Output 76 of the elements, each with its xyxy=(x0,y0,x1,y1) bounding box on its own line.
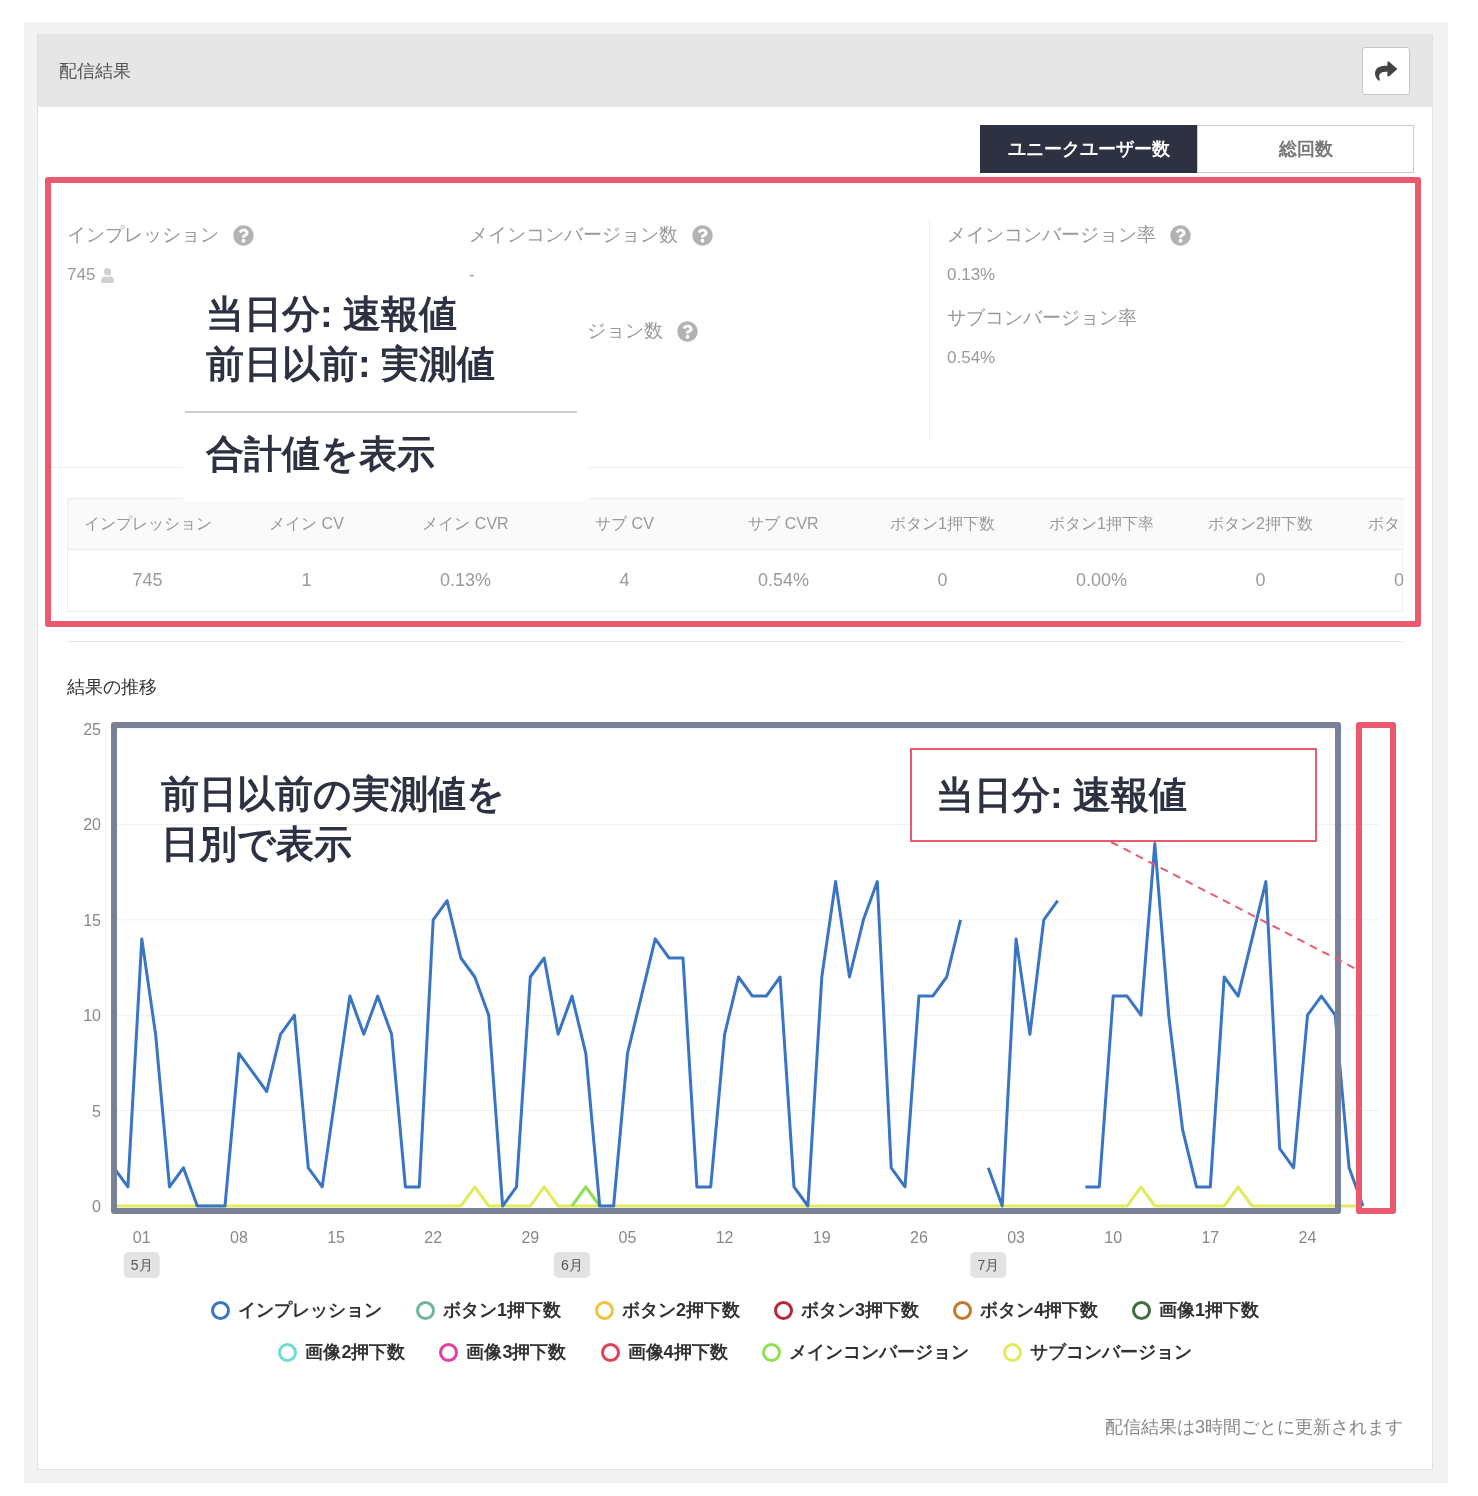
axis-tick-label: 29 xyxy=(521,1229,540,1246)
axis-tick-label: 08 xyxy=(230,1229,248,1246)
column-header: ボタン1押下率 xyxy=(1022,499,1181,550)
axis-tick-label: 05 xyxy=(618,1229,637,1246)
axis-tick-label: 01 xyxy=(132,1229,151,1246)
month-badge: 7月 xyxy=(970,1252,1007,1278)
help-icon[interactable] xyxy=(677,320,698,342)
stat-value: 745 xyxy=(67,265,96,285)
stat-label: ジョン数 xyxy=(587,319,663,343)
axis-tick-label: 26 xyxy=(910,1229,928,1246)
legend-label[interactable]: ボタン2押下数 xyxy=(621,1298,740,1322)
toggle-tab[interactable]: ユニークユーザー数 xyxy=(980,125,1197,173)
column-header: ボタン1押下数 xyxy=(863,499,1022,550)
axis-tick-label: 10 xyxy=(1104,1229,1123,1246)
legend-label[interactable]: ボタン3押下数 xyxy=(801,1298,919,1322)
legend-label[interactable]: ボタン1押下数 xyxy=(442,1298,561,1322)
legend-label[interactable]: 画像4押下数 xyxy=(627,1340,728,1364)
column-header: サブ CV xyxy=(545,499,704,550)
axis-tick-label: 15 xyxy=(83,911,101,929)
month-badge: 5月 xyxy=(123,1252,160,1278)
axis-tick-label: 22 xyxy=(424,1229,443,1246)
help-icon[interactable] xyxy=(1170,224,1191,246)
table-cell-text: 0 xyxy=(1393,569,1404,592)
stat-value: 0.54% xyxy=(947,348,996,368)
axis-tick-label: 03 xyxy=(1007,1229,1025,1246)
table-cell-text: 0.13% xyxy=(438,569,492,592)
help-icon[interactable] xyxy=(233,224,254,246)
help-icon[interactable] xyxy=(692,224,713,246)
table-cell-text: 0 xyxy=(936,569,949,592)
note-text: 当日分: 速報値 前日以前: 実測値 xyxy=(205,292,497,387)
note-text: 当日分: 速報値 xyxy=(936,773,1188,818)
column-header: メイン CVR xyxy=(386,499,545,550)
axis-tick-label: 5 xyxy=(92,1102,101,1120)
legend-label[interactable]: 画像1押下数 xyxy=(1159,1298,1260,1322)
stat-label: インプレッション xyxy=(67,223,219,247)
share-button[interactable] xyxy=(1362,47,1410,95)
update-note: 配信結果は3時間ごとに更新されます xyxy=(1104,1416,1404,1439)
note-text: 前日以前の実測値を 日別で表示 xyxy=(161,772,505,867)
legend-label[interactable]: 画像3押下数 xyxy=(466,1340,567,1364)
table-cell-text: 0.00% xyxy=(1074,569,1128,592)
user-icon xyxy=(100,267,116,283)
legend-label[interactable]: インプレッション xyxy=(237,1298,382,1322)
stat-value: - xyxy=(469,265,475,285)
legend-label[interactable]: サブコンバージョン xyxy=(1029,1340,1192,1364)
axis-tick-label: 20 xyxy=(83,816,101,834)
column-header: ボタン2押下数 xyxy=(1181,499,1340,550)
axis-tick-label: 12 xyxy=(715,1229,734,1246)
table-cell-text: 0.54% xyxy=(756,569,810,592)
toggle-tab[interactable]: 総回数 xyxy=(1197,125,1414,173)
month-badge: 6月 xyxy=(553,1252,590,1278)
column-header: メイン CV xyxy=(227,499,386,550)
stat-label: サブコンバージョン率 xyxy=(947,306,1137,330)
panel-title: 配信結果 xyxy=(59,60,131,83)
legend-label[interactable]: ボタン4押下数 xyxy=(980,1298,1098,1322)
table-cell-text: 745 xyxy=(131,569,164,592)
axis-tick-label: 0 xyxy=(92,1198,101,1215)
axis-tick-label: 24 xyxy=(1298,1229,1317,1246)
section-title: 結果の推移 xyxy=(67,676,158,699)
note-caption: 合計値を表示 xyxy=(205,432,436,477)
axis-tick-label: 10 xyxy=(83,1007,101,1025)
axis-tick-label: 15 xyxy=(327,1229,345,1246)
legend-label[interactable]: 画像2押下数 xyxy=(305,1340,406,1364)
share-icon xyxy=(1375,60,1397,82)
stat-label: メインコンバージョン率 xyxy=(947,223,1156,247)
stat-label: メインコンバージョン数 xyxy=(469,223,678,247)
axis-tick-label: 19 xyxy=(812,1229,831,1246)
stat-value: 0.13% xyxy=(947,265,996,285)
legend-label[interactable]: メインコンバージョン xyxy=(788,1340,969,1364)
axis-tick-label: 17 xyxy=(1201,1229,1220,1246)
column-header: インプレッション xyxy=(68,499,227,550)
table-cell-text: 1 xyxy=(300,569,313,592)
axis-tick-label: 25 xyxy=(83,721,101,738)
column-header: サブ CVR xyxy=(704,499,863,550)
column-header: ボタ xyxy=(1340,499,1404,550)
table-cell-text: 4 xyxy=(618,569,631,592)
table-cell-text: 0 xyxy=(1254,569,1267,592)
